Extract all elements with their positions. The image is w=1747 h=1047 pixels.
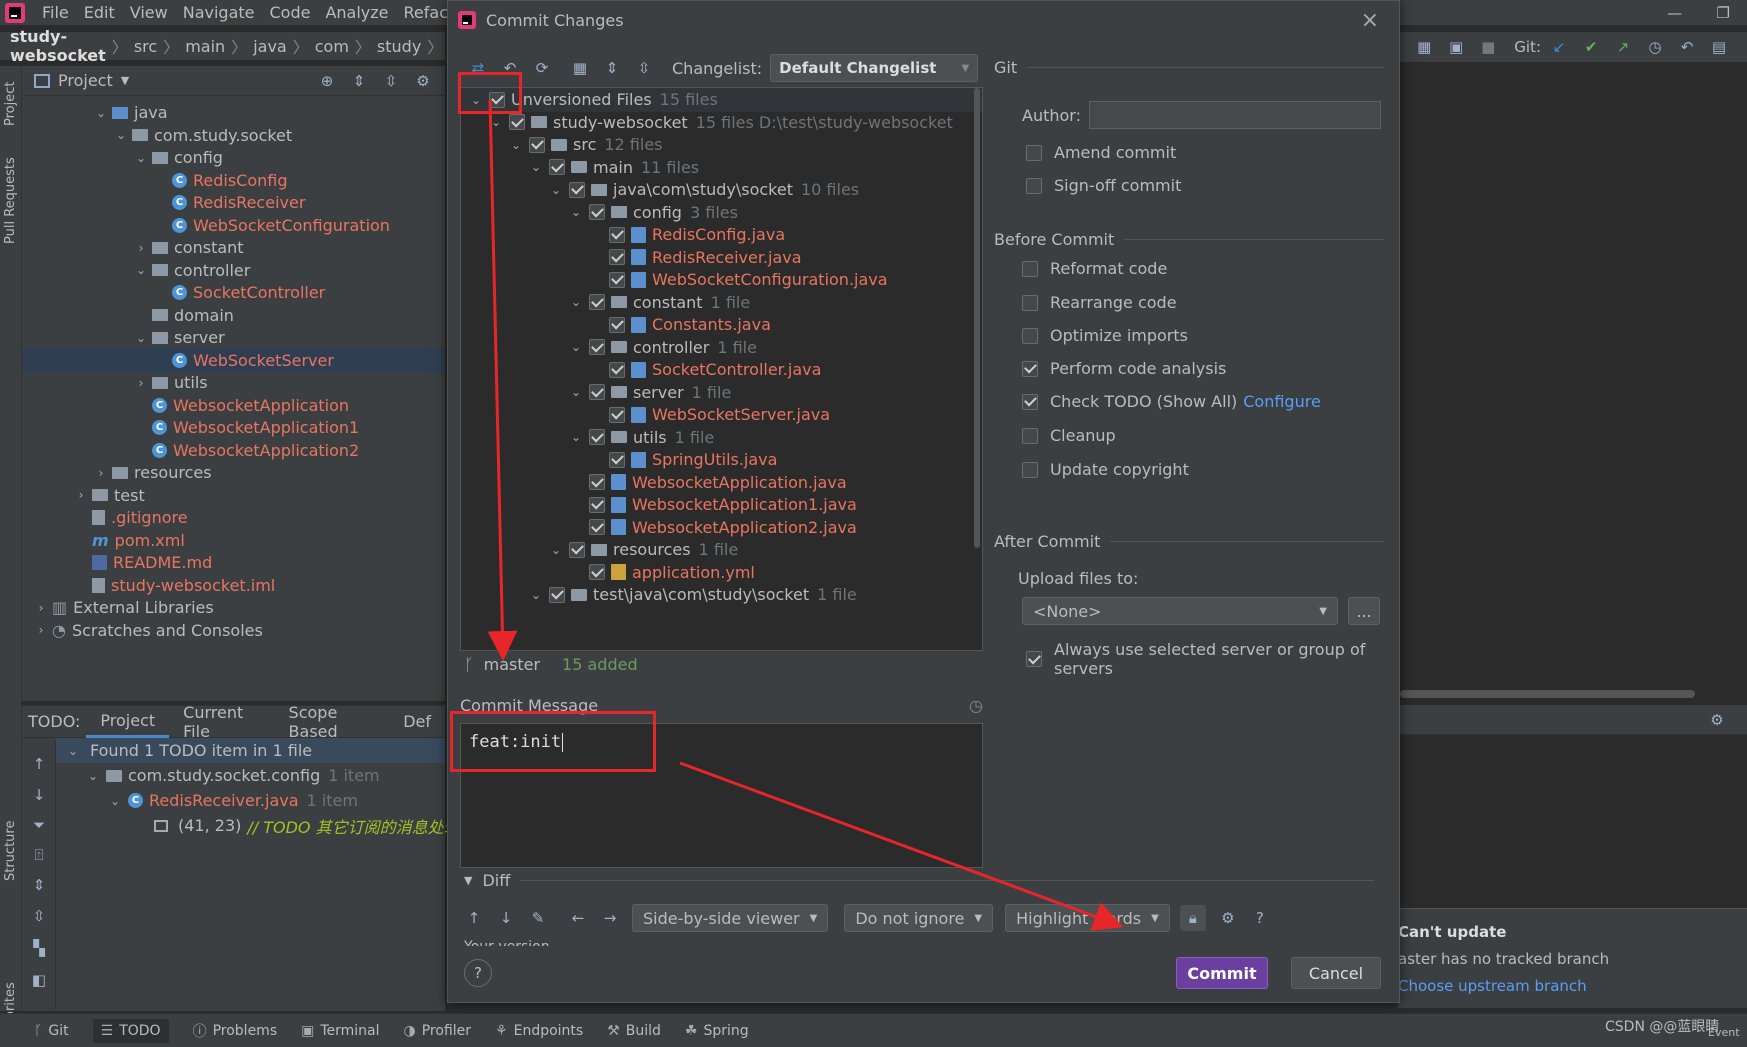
annotation-arrows (487, 99, 1124, 931)
